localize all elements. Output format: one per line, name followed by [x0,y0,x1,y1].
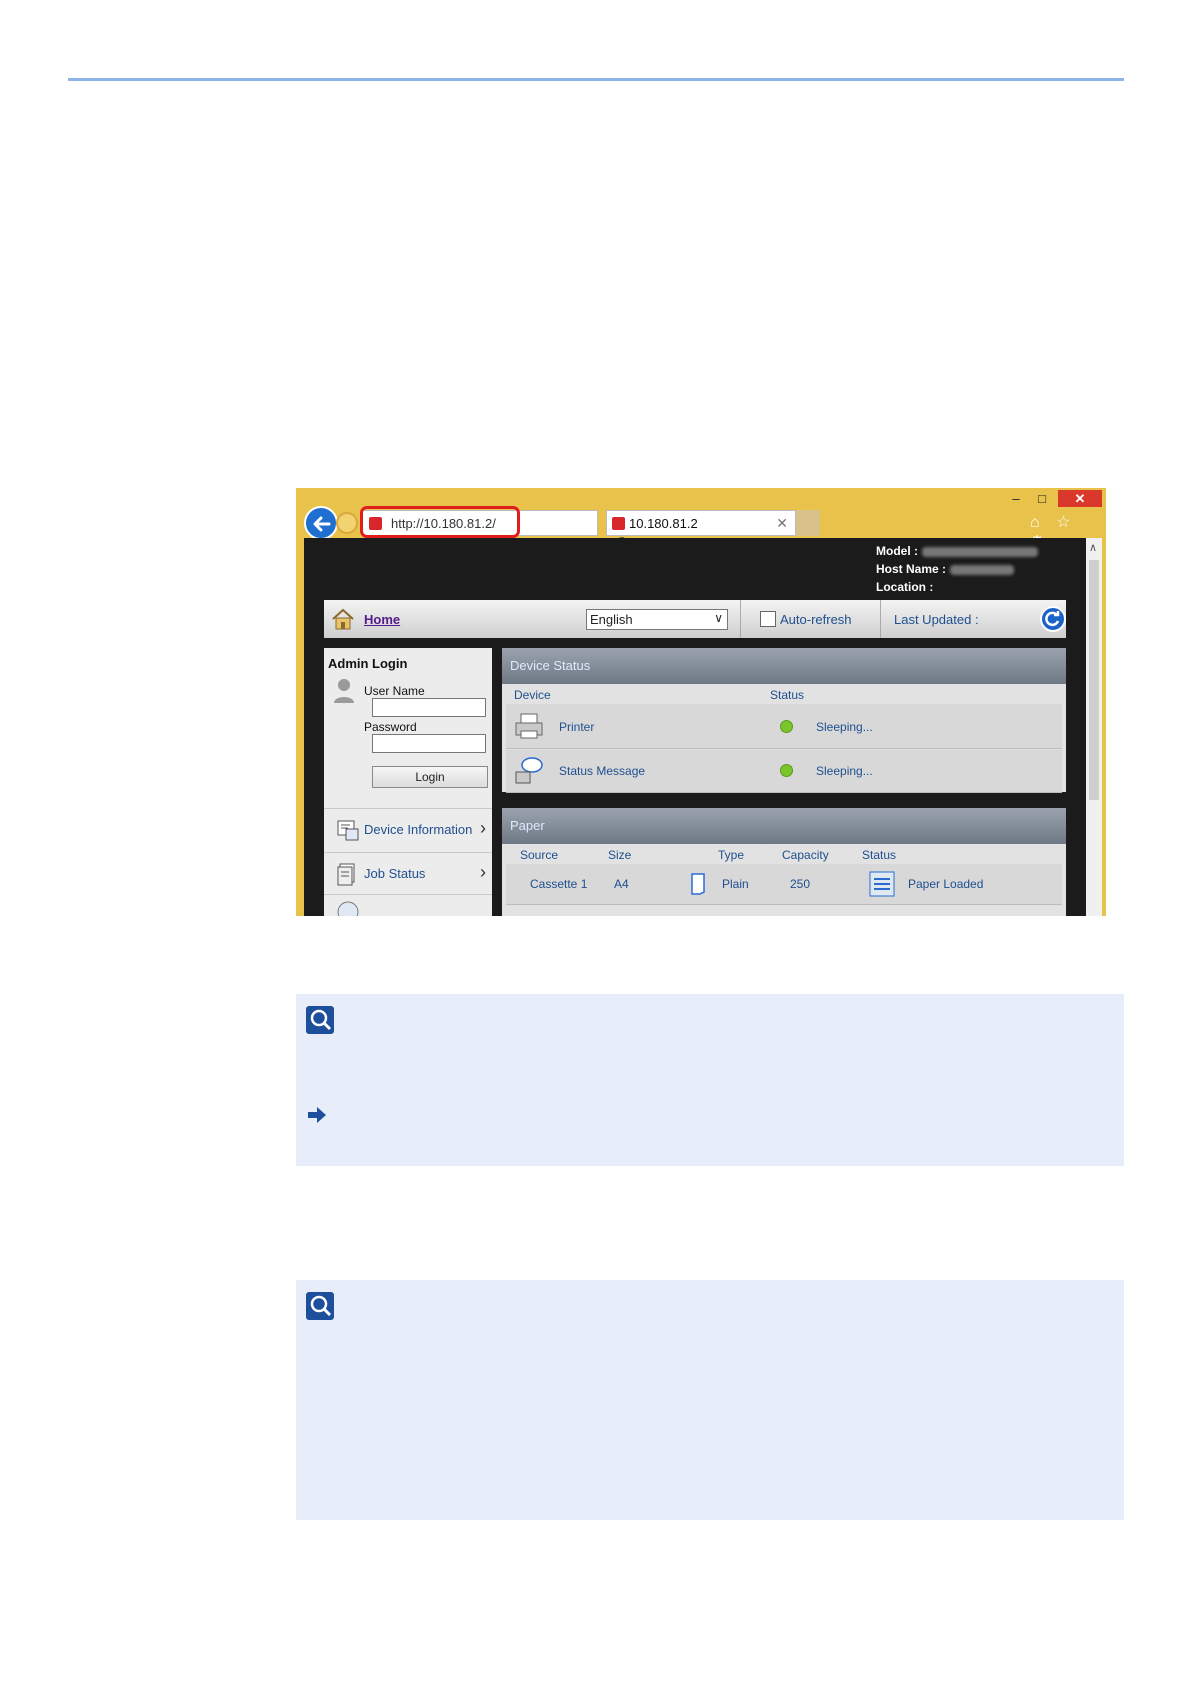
language-select[interactable]: English ∨ [586,609,728,630]
nav-bar: Home English ∨ Auto-refresh Last Updated… [324,600,1066,638]
tab-close-icon[interactable]: ✕ [776,515,788,532]
table-row: Cassette 1 A4 Plain 250 Paper Loaded [506,864,1062,905]
column-header: Size [608,848,632,862]
paper-type: Plain [722,877,749,891]
column-header: Status [770,688,805,702]
username-input[interactable] [372,698,486,717]
sidebar-item-label: Job Status [364,866,426,881]
refresh-icon [1045,611,1060,627]
paper-size: A4 [614,877,629,891]
paper-sheet-icon [691,873,705,895]
arrow-right-icon [308,1107,326,1123]
paper-loaded-icon [869,871,895,897]
forward-button[interactable] [336,512,358,534]
paper-capacity: 250 [790,877,811,891]
tab-favicon-icon [612,517,625,530]
chevron-down-icon: ∨ [714,611,723,625]
sidebar-item-device-information[interactable]: Device Information › [336,814,486,844]
column-header: Status [862,848,897,862]
sidebar-item-job-status[interactable]: Job Status › [336,858,486,888]
model-label: Model : [876,544,918,558]
browser-tab[interactable]: 10.180.81.2 ✕ [606,510,796,536]
close-button[interactable]: ✕ [1058,490,1102,507]
web-content: Model : Host Name : Location : Home Engl… [304,538,1086,916]
sidebar-item-label: Device Information [364,822,473,837]
printer-icon [515,713,543,739]
location-label: Location : [876,580,934,594]
refresh-button[interactable] [1040,606,1066,632]
password-label: Password [364,720,417,734]
panel-title: Paper [502,808,1066,844]
chevron-right-icon: › [480,862,486,882]
admin-login-title: Admin Login [328,656,408,671]
note-icon [306,1292,334,1320]
language-value: English [590,612,633,627]
maximize-button[interactable]: □ [1032,490,1052,507]
divider [324,894,492,895]
admin-login-panel: Admin Login User Name Password Login Dev… [324,648,492,916]
column-header: Device [514,688,551,702]
new-tab-button[interactable] [796,510,820,536]
scrollbar[interactable]: ∧ [1086,538,1102,916]
top-rule [68,78,1124,81]
globe-icon [337,901,359,916]
device-information-icon [337,820,359,841]
column-header: Source [520,848,559,862]
arrow-left-icon [313,516,331,532]
status-message-icon [515,757,543,784]
paper-panel: Paper Source Size Type Capacity Status C… [502,808,1066,916]
table-row: Printer Sleeping... [506,704,1062,749]
chevron-right-icon: › [480,818,486,838]
scroll-up-icon[interactable]: ∧ [1089,541,1097,554]
blurred-value [950,564,1015,575]
paper-status: Paper Loaded [908,877,984,891]
home-icon [332,608,354,630]
home-link[interactable]: Home [364,612,400,627]
address-highlight [360,506,520,538]
paper-source: Cassette 1 [530,877,588,891]
last-updated-label: Last Updated : [894,612,979,627]
device-meta: Model : Host Name : Location : [876,542,1038,596]
status-dot [780,720,793,733]
divider [324,808,492,809]
browser-screenshot: – □ ✕ http://10.180.81.2/ ⌕ ▾ ↻ 10.180.8… [296,488,1106,916]
back-button[interactable] [304,506,338,540]
note-icon [306,1006,334,1034]
note-box [296,1280,1124,1520]
host-name-label: Host Name : [876,562,947,576]
table-row: Status Message Sleeping... [506,750,1062,793]
note-box [296,994,1124,1166]
auto-refresh-label: Auto-refresh [780,612,852,627]
job-status-icon [337,863,355,886]
column-header: Type [718,848,745,862]
device-status: Sleeping... [816,720,873,734]
device-status: Sleeping... [816,764,873,778]
divider [324,852,492,853]
device-name[interactable]: Printer [559,720,594,734]
auto-refresh-checkbox[interactable] [760,611,776,627]
user-icon [334,679,354,703]
device-status-panel: Device Status Device Status Printer Slee… [502,648,1066,793]
device-name[interactable]: Status Message [559,764,645,778]
password-input[interactable] [372,734,486,753]
login-button[interactable]: Login [372,766,488,788]
divider [740,600,741,638]
blurred-value [922,546,1038,557]
column-header: Capacity [782,848,829,862]
minimize-button[interactable]: – [1006,490,1026,507]
panel-title: Device Status [502,648,1066,684]
scroll-thumb[interactable] [1089,560,1099,800]
tab-title: 10.180.81.2 [629,516,698,531]
username-label: User Name [364,684,425,698]
divider [880,600,881,638]
status-dot [780,764,793,777]
